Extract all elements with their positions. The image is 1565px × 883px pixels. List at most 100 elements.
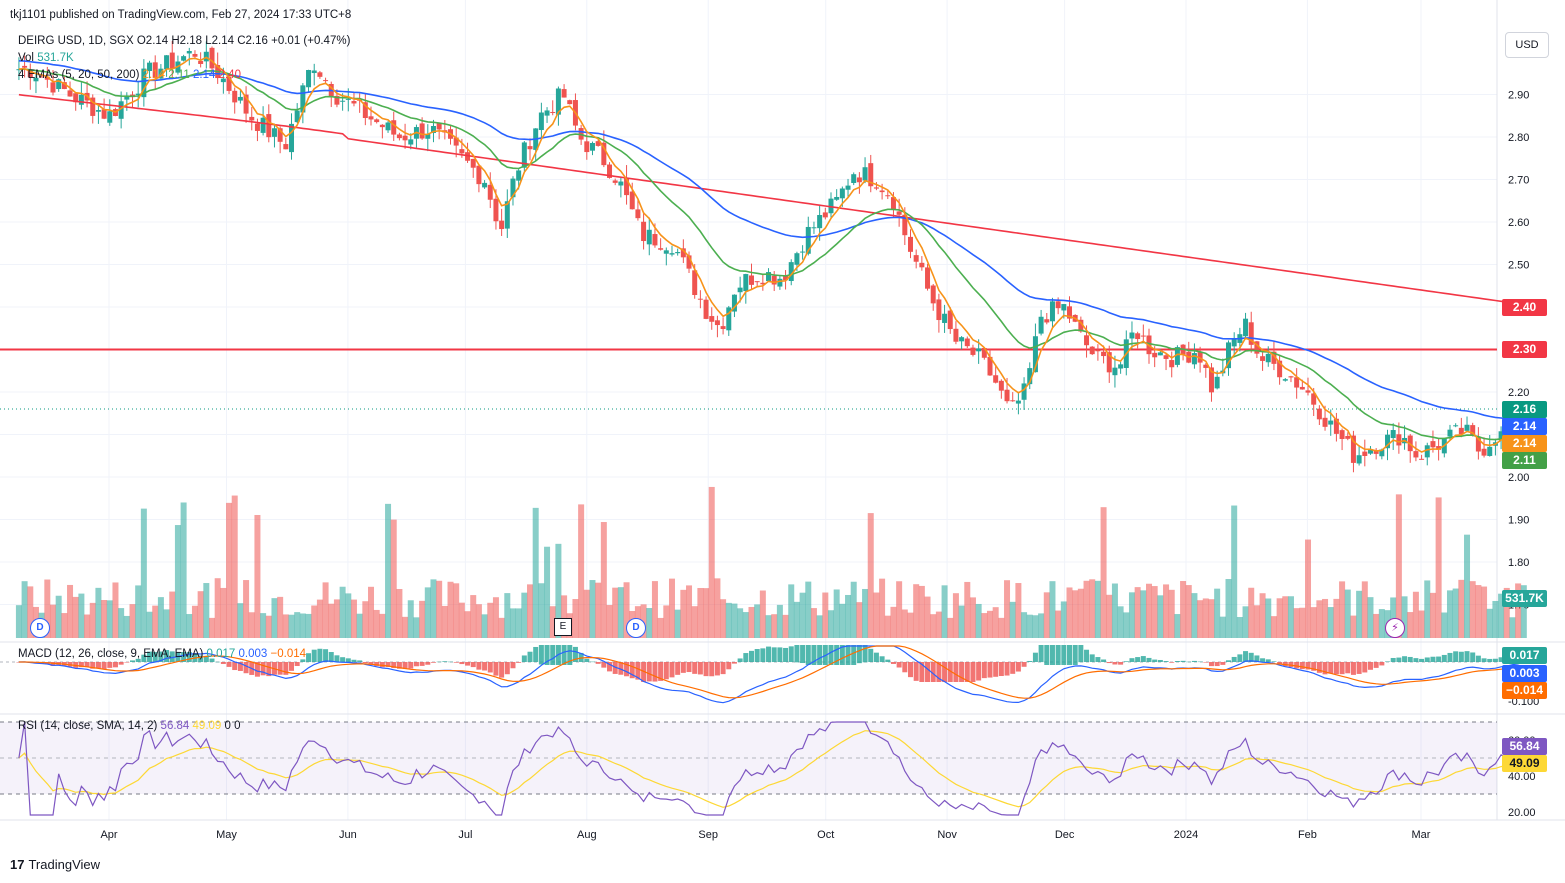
candle-body: [936, 299, 942, 321]
macd-histogram-bar: [885, 659, 891, 662]
macd-histogram-bar: [124, 662, 130, 663]
volume-bar: [1077, 588, 1084, 638]
tradingview-logo[interactable]: 17 TradingView: [10, 857, 100, 872]
volume-bar: [686, 585, 693, 638]
candle-body: [1169, 360, 1175, 368]
volume-bar: [969, 597, 976, 638]
volume-bar: [197, 591, 204, 638]
macd-histogram-bar: [805, 645, 811, 665]
macd-histogram-bar: [516, 662, 522, 663]
price-axis-label: 2.20: [1508, 387, 1529, 399]
candle-body: [124, 96, 130, 100]
candle-body: [1163, 355, 1169, 359]
candle-body: [22, 65, 28, 68]
macd-histogram-bar: [95, 662, 101, 669]
candle-body: [811, 227, 817, 229]
macd-histogram-bar: [453, 662, 459, 663]
currency-button[interactable]: USD: [1505, 32, 1549, 58]
volume-bar: [1163, 584, 1170, 638]
volume-bar: [776, 604, 783, 638]
candle-body: [930, 285, 936, 304]
macd-histogram-bar: [345, 658, 351, 662]
macd-histogram-bar: [493, 662, 499, 676]
candle-body: [1044, 319, 1050, 323]
volume-bar: [191, 605, 198, 638]
macd-histogram-bar: [714, 662, 720, 676]
volume-bar: [782, 614, 789, 638]
macd-histogram-bar: [970, 662, 976, 682]
volume-bar: [856, 602, 863, 638]
volume-bar: [725, 602, 732, 638]
volume-bar: [1185, 585, 1192, 638]
candle-body: [976, 348, 982, 352]
macd-histogram-bar: [720, 662, 726, 675]
volume-bar: [72, 596, 79, 638]
volume-bar: [260, 613, 267, 638]
ema-legend[interactable]: 4 EMAs (5, 20, 50, 200) 2.14 2.11 2.14 2…: [18, 69, 241, 81]
macd-histogram-bar: [232, 662, 238, 671]
candle-body: [748, 275, 754, 285]
rsi-badge: 56.84: [1502, 738, 1547, 755]
macd-legend[interactable]: MACD (12, 26, close, 9, EMA, EMA) 0.017 …: [18, 648, 306, 660]
bolt-icon[interactable]: ⚡: [1385, 618, 1405, 638]
macd-histogram-bar: [1163, 661, 1169, 662]
rsi-legend[interactable]: RSI (14, close, SMA, 14, 2) 56.84 49.09 …: [18, 720, 241, 732]
candle-body: [345, 98, 351, 100]
volume-bar: [328, 603, 335, 638]
price-axis-label: 2.60: [1508, 217, 1529, 229]
macd-histogram-bar: [1487, 658, 1493, 662]
candle-body: [907, 236, 913, 252]
candle-body: [777, 278, 783, 287]
volume-bar: [169, 591, 176, 638]
volume-legend[interactable]: Vol 531.7K: [18, 52, 74, 64]
volume-bar: [799, 592, 806, 638]
volume-bar: [578, 504, 585, 638]
volume-bar: [1322, 598, 1329, 638]
volume-bar: [924, 596, 931, 638]
candle-body: [1055, 301, 1061, 309]
candle-body: [181, 56, 187, 61]
volume-label: Vol: [18, 52, 34, 64]
macd-histogram-bar: [1049, 645, 1055, 665]
volume-bar: [333, 599, 340, 638]
macd-histogram-bar: [1231, 656, 1237, 662]
macd-histogram-bar: [766, 646, 772, 662]
volume-bar: [657, 617, 664, 638]
macd-histogram-bar: [351, 659, 357, 662]
symbol-legend[interactable]: DEIRG USD, 1D, SGX O2.14 H2.18 L2.14 C2.…: [18, 35, 350, 47]
candle-body: [482, 182, 488, 188]
volume-bar: [447, 581, 454, 638]
volume-bar: [720, 599, 727, 638]
macd-histogram-bar: [1407, 656, 1413, 662]
macd-histogram-bar: [465, 662, 471, 666]
macd-histogram-bar: [1101, 659, 1107, 662]
macd-histogram-bar: [1390, 657, 1396, 662]
dividend-marker[interactable]: D: [626, 618, 646, 638]
candle-body: [1322, 417, 1328, 427]
macd-histogram-bar: [430, 662, 436, 663]
candle-body: [487, 184, 493, 200]
candle-body: [862, 167, 868, 181]
volume-bar: [742, 612, 749, 638]
earnings-marker[interactable]: E: [554, 618, 572, 636]
volume-bar: [1146, 583, 1153, 638]
candle-body: [629, 191, 635, 210]
candle-body: [1135, 333, 1141, 340]
dividend-marker[interactable]: D: [30, 618, 50, 638]
volume-bar: [237, 603, 244, 638]
volume-bar: [1265, 598, 1272, 638]
volume-bar: [254, 514, 261, 638]
macd-histogram-bar: [1197, 661, 1203, 663]
macd-histogram-bar: [476, 662, 482, 670]
macd-histogram-bar: [1328, 662, 1334, 674]
candle-body: [822, 212, 828, 218]
volume-bar: [15, 605, 22, 638]
candle-body: [641, 221, 647, 242]
candle-body: [1061, 304, 1067, 311]
candle-body: [374, 119, 380, 123]
macd-histogram-bar: [1140, 656, 1146, 662]
volume-bar: [350, 599, 357, 638]
rsi-ma-value: 49.09: [192, 720, 222, 732]
macd-histogram-bar: [413, 662, 419, 667]
candle-body: [754, 281, 760, 283]
